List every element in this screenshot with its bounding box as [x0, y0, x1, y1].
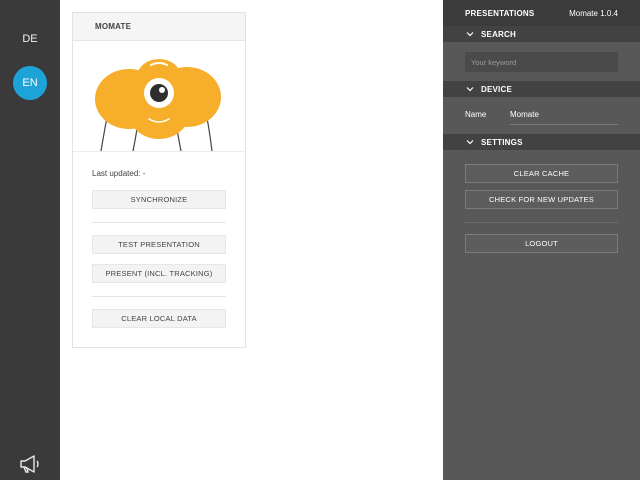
clear-cache-button[interactable]: CLEAR CACHE: [465, 164, 618, 183]
section-header-search[interactable]: SEARCH: [443, 26, 640, 42]
device-name-row: Name Momate: [465, 106, 618, 126]
search-input[interactable]: [465, 52, 618, 72]
megaphone-icon[interactable]: [18, 454, 42, 474]
section-header-device[interactable]: DEVICE: [443, 81, 640, 97]
logout-button[interactable]: LOGOUT: [465, 234, 618, 253]
check-updates-button[interactable]: CHECK FOR NEW UPDATES: [465, 190, 618, 209]
panel-separator: [465, 222, 618, 223]
chevron-down-icon: [466, 140, 474, 145]
section-title-search: SEARCH: [481, 29, 516, 39]
button-separator: [92, 296, 226, 297]
momate-mascot-illustration: [95, 59, 221, 152]
device-name-field[interactable]: Momate: [510, 110, 539, 119]
section-title-device: DEVICE: [481, 84, 512, 94]
synchronize-button[interactable]: SYNCHRONIZE: [92, 190, 226, 209]
panel-header: PRESENTATIONS Momate 1.0.4: [443, 0, 640, 26]
test-presentation-button[interactable]: TEST PRESENTATION: [92, 235, 226, 254]
app-version: Momate 1.0.4: [569, 8, 618, 18]
card-title: MOMATE: [73, 13, 245, 41]
section-title-settings: SETTINGS: [481, 137, 523, 147]
language-en-button[interactable]: EN: [13, 66, 47, 100]
card-divider: [73, 151, 245, 152]
section-header-settings[interactable]: SETTINGS: [443, 134, 640, 150]
clear-local-data-button[interactable]: CLEAR LOCAL DATA: [92, 309, 226, 328]
language-rail: DE EN: [0, 0, 60, 480]
present-tracking-button[interactable]: PRESENT (INCL. TRACKING): [92, 264, 226, 283]
last-updated-text: Last updated: -: [92, 169, 146, 178]
panel-title: PRESENTATIONS: [465, 8, 535, 18]
chevron-down-icon: [466, 32, 474, 37]
language-de-button[interactable]: DE: [10, 22, 50, 56]
button-separator: [92, 222, 226, 223]
chevron-down-icon: [466, 87, 474, 92]
presentation-card: MOMATE Last updated: - SYNCHRONIZE TEST …: [72, 12, 246, 348]
device-name-label: Name: [465, 110, 487, 119]
device-name-underline: [510, 124, 618, 125]
settings-panel: PRESENTATIONS Momate 1.0.4 SEARCH DEVICE…: [443, 0, 640, 480]
